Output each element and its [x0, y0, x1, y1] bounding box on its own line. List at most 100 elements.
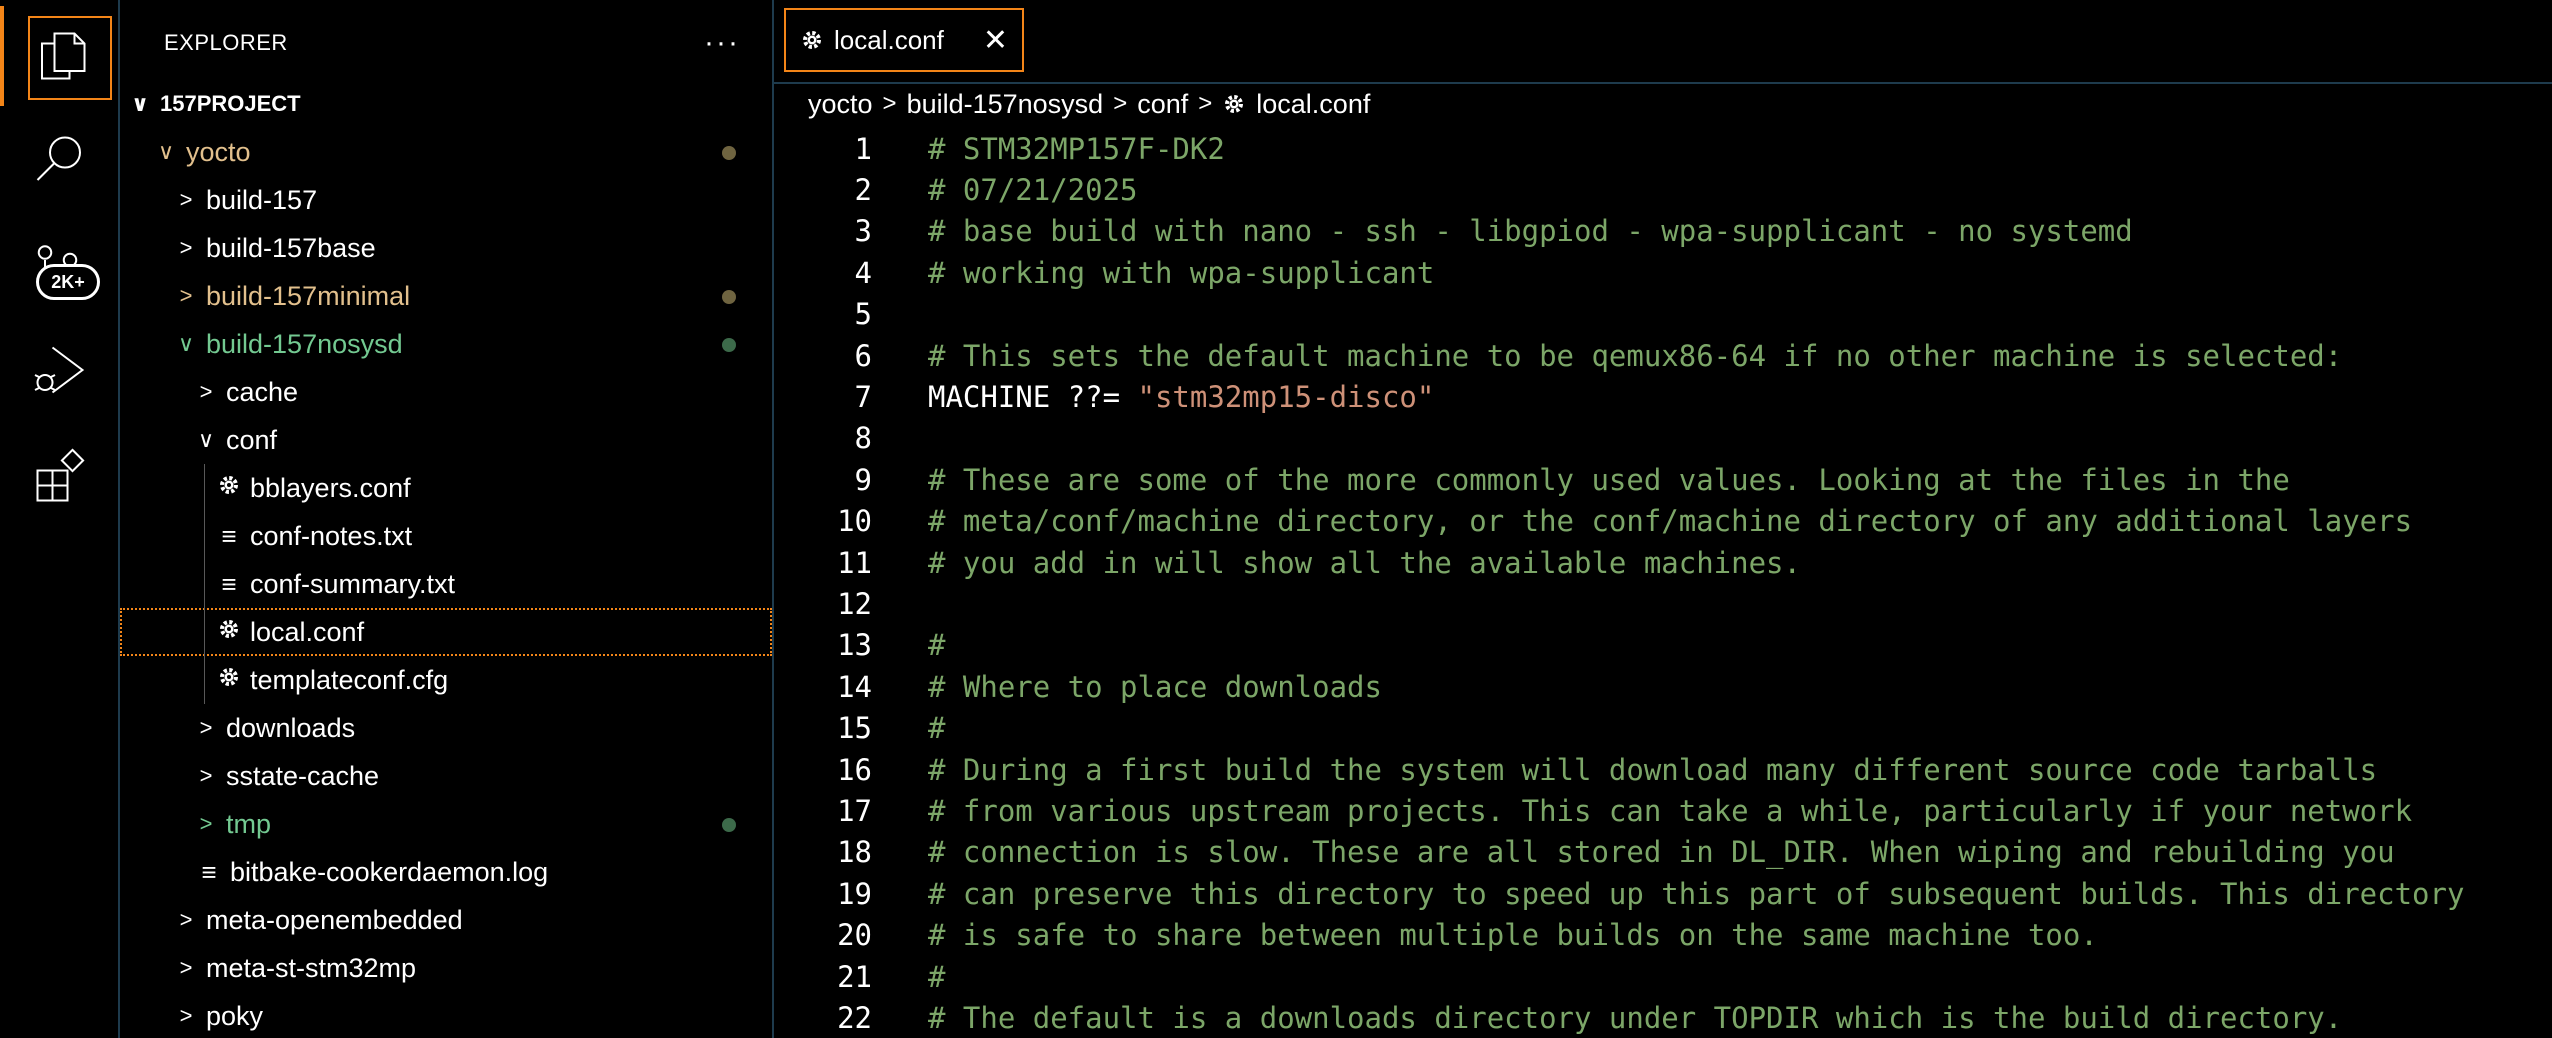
- folder-tree-item[interactable]: > tmp: [120, 800, 772, 848]
- folder-tree-item[interactable]: > build-157base: [120, 224, 772, 272]
- search-icon: [30, 130, 90, 190]
- code-text: #: [928, 628, 946, 663]
- editor-tab-local-conf[interactable]: local.conf ✕: [784, 8, 1024, 72]
- file-tree-item[interactable]: local.conf: [120, 608, 772, 656]
- file-tree-item[interactable]: ≡ conf-notes.txt: [120, 512, 772, 560]
- folder-tree-item[interactable]: > build-157minimal: [120, 272, 772, 320]
- file-tree-item[interactable]: ≡ bitbake-cookerdaemon.log: [120, 848, 772, 896]
- tree-item-label: templateconf.cfg: [250, 664, 449, 695]
- code-line: 10 # meta/conf/machine directory, or the …: [774, 501, 2552, 542]
- line-number: 1: [854, 131, 872, 166]
- breadcrumb-item[interactable]: conf: [1137, 89, 1188, 120]
- tree-item-label: build-157minimal: [206, 280, 411, 311]
- chevron-right-icon: >: [179, 907, 193, 932]
- code-line: 17 # from various upstream projects. This…: [774, 790, 2552, 831]
- lines-icon: ≡: [201, 856, 217, 887]
- tree-item-label: conf-notes.txt: [250, 520, 413, 551]
- chevron-right-icon: >: [1198, 90, 1213, 117]
- folder-tree-item[interactable]: > sstate-cache: [120, 752, 772, 800]
- explorer-view-button[interactable]: [0, 6, 120, 106]
- folder-tree-item[interactable]: > meta-st-stm32mp: [120, 944, 772, 992]
- line-number: 17: [837, 793, 872, 828]
- code-line: 13 #: [774, 625, 2552, 666]
- code-line: 2 # 07/21/2025: [774, 169, 2552, 210]
- chevron-down-icon: ∨: [131, 91, 149, 116]
- folder-tree-item[interactable]: ∨ conf: [120, 416, 772, 464]
- line-number: 15: [837, 711, 872, 746]
- sidebar-header: EXPLORER ···: [120, 0, 772, 86]
- breadcrumb: yocto > build-157nosysd > conf > local.c…: [808, 86, 1370, 122]
- more-actions-icon[interactable]: ···: [704, 28, 740, 58]
- tree-item-label: build-157: [206, 184, 318, 215]
- tree-item-label: cache: [226, 376, 299, 407]
- file-tree-item[interactable]: templateconf.cfg: [120, 656, 772, 704]
- folder-tree-item[interactable]: ∨ yocto: [120, 128, 772, 176]
- tab-label: local.conf: [834, 24, 944, 55]
- line-number: 14: [837, 669, 872, 704]
- folder-tree-item[interactable]: > cache: [120, 368, 772, 416]
- lines-icon: ≡: [221, 568, 237, 599]
- tree-item-label: poky: [206, 1000, 264, 1031]
- line-number: 4: [854, 255, 872, 290]
- indent-guide: [204, 464, 205, 704]
- breadcrumb-item[interactable]: local.conf: [1256, 89, 1370, 120]
- close-icon[interactable]: ✕: [983, 23, 1008, 58]
- line-number: 16: [837, 752, 872, 787]
- line-number: 19: [837, 876, 872, 911]
- file-tree-item[interactable]: ≡ conf-summary.txt: [120, 560, 772, 608]
- line-number: 3: [854, 214, 872, 249]
- code-line: 16 # During a first build the system will…: [774, 749, 2552, 790]
- activity-bar: 2K+: [0, 0, 120, 1038]
- folder-tree-item[interactable]: ∨ build-157nosysd: [120, 320, 772, 368]
- file-tree-item[interactable]: bblayers.conf: [120, 464, 772, 512]
- tree-item-label: build-157nosysd: [206, 328, 403, 359]
- code-line: 20 # is safe to share between multiple bu…: [774, 915, 2552, 956]
- lines-icon: ≡: [221, 520, 237, 551]
- gear-icon: [214, 617, 244, 648]
- chevron-right-icon: >: [179, 955, 193, 980]
- breadcrumb-item[interactable]: build-157nosysd: [907, 89, 1104, 120]
- search-view-button[interactable]: [0, 110, 120, 210]
- tree-item-label: conf: [226, 424, 278, 455]
- line-number: 9: [854, 462, 872, 497]
- tree-item-label: bblayers.conf: [250, 472, 411, 503]
- code-text: # working with wpa-supplicant: [928, 255, 1435, 290]
- chevron-right-icon: >: [179, 235, 193, 260]
- chevron-down-icon: ∨: [157, 139, 175, 164]
- code-text: # STM32MP157F-DK2: [928, 131, 1225, 166]
- folder-tree-item[interactable]: > downloads: [120, 704, 772, 752]
- extensions-view-button[interactable]: [0, 428, 120, 528]
- chevron-right-icon: >: [199, 811, 213, 836]
- git-status-dot: [722, 338, 736, 352]
- tree-item-label: conf-summary.txt: [250, 568, 456, 599]
- tree-item-label: tmp: [226, 808, 272, 839]
- code-line: 15 #: [774, 708, 2552, 749]
- code-line: 8: [774, 418, 2552, 459]
- code-line: 7 MACHINE ??= "stm32mp15-disco": [774, 376, 2552, 417]
- line-number: 11: [837, 545, 872, 580]
- code-line: 14 # Where to place downloads: [774, 666, 2552, 707]
- source-control-badge: 2K+: [36, 264, 100, 300]
- folder-tree-item[interactable]: > poky: [120, 992, 772, 1038]
- focus-frame: [28, 16, 112, 100]
- folder-tree-item[interactable]: ∨ 157PROJECT: [120, 80, 772, 128]
- git-status-dot: [722, 818, 736, 832]
- code-text: # from various upstream projects. This c…: [928, 793, 2413, 828]
- code-text: # is safe to share between multiple buil…: [928, 918, 2098, 953]
- breadcrumb-item[interactable]: yocto: [808, 89, 873, 120]
- code-line: 9 # These are some of the more commonly u…: [774, 459, 2552, 500]
- code-line: 3 # base build with nano - ssh - libgpiod…: [774, 211, 2552, 252]
- code-line: 12: [774, 583, 2552, 624]
- folder-tree-item[interactable]: > build-157: [120, 176, 772, 224]
- run-debug-view-button[interactable]: [0, 320, 120, 420]
- git-status-dot: [722, 290, 736, 304]
- code-text: # 07/21/2025: [928, 172, 1138, 207]
- code-line: 18 # connection is slow. These are all st…: [774, 832, 2552, 873]
- gear-icon: [800, 28, 824, 52]
- editor-tab-bar: local.conf ✕: [774, 0, 2552, 84]
- folder-tree-item[interactable]: > meta-openembedded: [120, 896, 772, 944]
- line-number: 13: [837, 628, 872, 663]
- line-number: 21: [837, 959, 872, 994]
- tree-item-label: sstate-cache: [226, 760, 380, 791]
- chevron-right-icon: >: [1113, 90, 1128, 117]
